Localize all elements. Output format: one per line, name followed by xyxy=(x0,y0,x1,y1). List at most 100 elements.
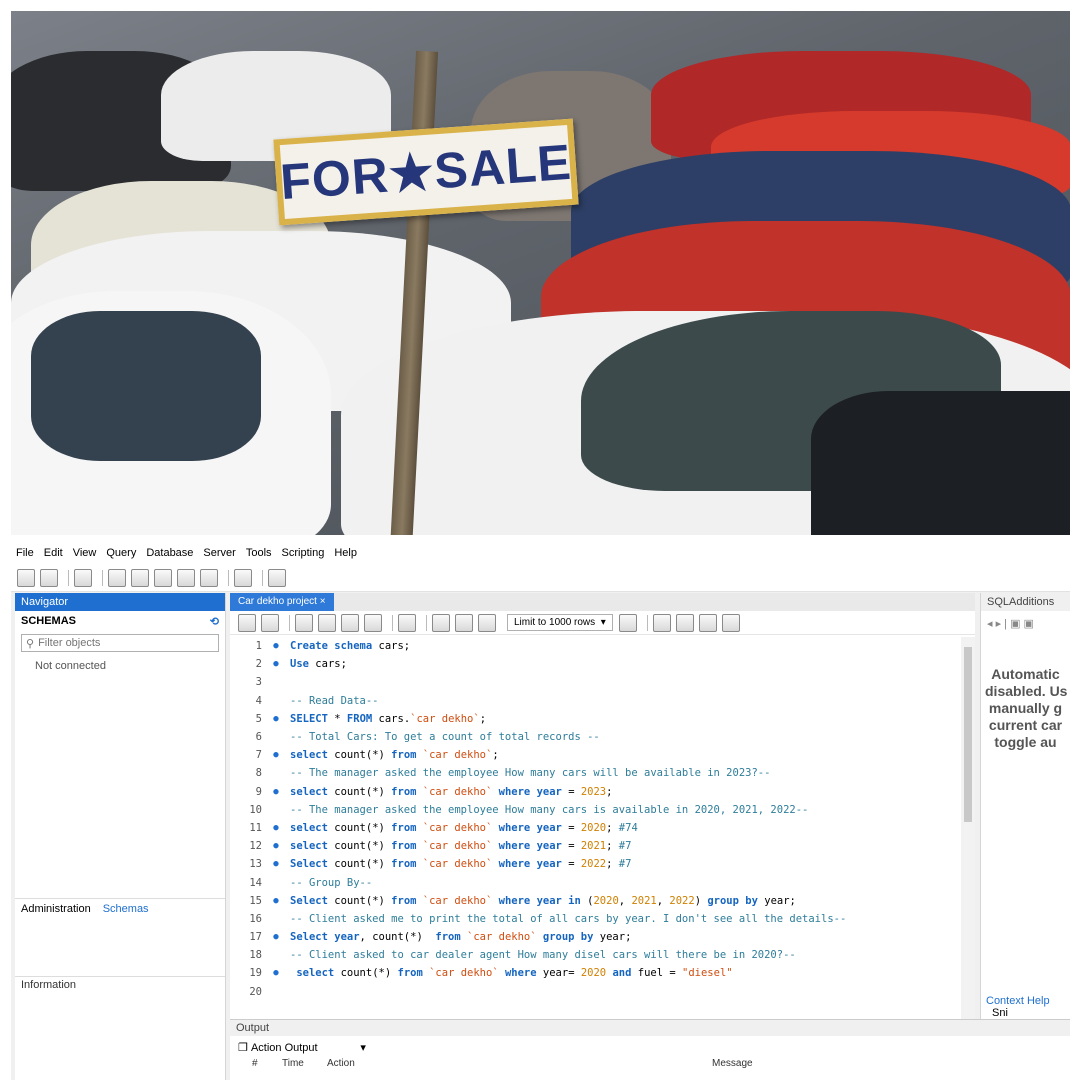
create-schema-icon[interactable] xyxy=(108,568,126,587)
code-text: select count(*) from `car dekho` where y… xyxy=(296,967,733,980)
statement-marker-icon: ● xyxy=(273,968,279,979)
code-text: Select count(*) from `car dekho` where y… xyxy=(290,858,632,871)
code-line[interactable]: 7 ● select count(*) from `car dekho`; xyxy=(230,746,965,764)
save-icon[interactable] xyxy=(261,613,279,632)
tab-schemas[interactable]: Schemas xyxy=(98,903,153,915)
tab-car-dekho-project[interactable]: Car dekho project × xyxy=(230,593,334,611)
code-editor[interactable]: 1 ● Create schema cars; 2 ● Use cars; 3 4 -- Rea… xyxy=(230,637,965,1032)
code-line[interactable]: 11 ● select count(*) from `car dekho` wher… xyxy=(230,819,965,837)
statement-marker-icon: ● xyxy=(273,641,279,652)
code-line[interactable]: 5 ● SELECT * FROM cars.`car dekho`; xyxy=(230,710,965,728)
code-line[interactable]: 13 ● Select count(*) from `car dekho` wher… xyxy=(230,855,965,873)
open-sql-script-icon[interactable] xyxy=(40,568,58,587)
create-view-icon[interactable] xyxy=(154,568,172,587)
editor-toolbar: Limit to 1000 rows ▾ xyxy=(230,611,975,635)
code-line[interactable]: 10 -- The manager asked the employee How … xyxy=(230,801,965,819)
create-procedure-icon[interactable] xyxy=(177,568,195,587)
car-lot-photo: FOR★SALE xyxy=(11,11,1070,535)
code-text: -- Client asked to car dealer agent How … xyxy=(290,949,796,962)
reconnect-icon[interactable] xyxy=(268,568,286,587)
menu-server[interactable]: Server xyxy=(203,547,235,559)
search-table-data-icon[interactable] xyxy=(234,568,252,587)
inspector-icon[interactable] xyxy=(74,568,92,587)
code-text: -- The manager asked the employee How ma… xyxy=(290,803,809,816)
statement-marker-icon: ● xyxy=(273,932,279,943)
line-number: 10 xyxy=(249,803,262,816)
code-text: Select count(*) from `car dekho` where y… xyxy=(290,894,796,907)
commit-icon[interactable] xyxy=(432,613,450,632)
word-wrap-icon[interactable] xyxy=(721,613,740,632)
output-type-select[interactable]: Action Output ▾ xyxy=(251,1041,366,1054)
menu-help[interactable]: Help xyxy=(334,547,357,559)
menu-database[interactable]: Database xyxy=(146,547,193,559)
menu-tools[interactable]: Tools xyxy=(246,547,272,559)
menu-bar: File Edit View Query Database Server Too… xyxy=(11,542,1070,564)
code-text: Use cars; xyxy=(290,658,347,671)
autocommit-icon[interactable] xyxy=(478,613,496,632)
line-number: 6 xyxy=(255,731,262,744)
find-icon[interactable] xyxy=(675,613,694,632)
code-line[interactable]: 18 -- Client asked to car dealer agent Ho… xyxy=(230,946,965,964)
code-line[interactable]: 19 ● select count(*) from `car dekho` whe… xyxy=(230,964,965,982)
tab-context-help[interactable]: Context Help xyxy=(986,995,1050,1007)
code-line[interactable]: 20 xyxy=(230,983,965,1001)
open-file-icon[interactable] xyxy=(238,613,256,632)
code-line[interactable]: 17 ● Select year, count(*) from `car dekho… xyxy=(230,928,965,946)
filter-objects-input[interactable] xyxy=(38,637,218,649)
refresh-icon[interactable]: ⟲ xyxy=(210,615,219,628)
code-line[interactable]: 6 -- Total Cars: To get a count of total … xyxy=(230,728,965,746)
code-text: select count(*) from `car dekho` where y… xyxy=(290,821,638,834)
beautify-icon[interactable] xyxy=(652,613,671,632)
code-line[interactable]: 4 -- Read Data-- xyxy=(230,692,965,710)
menu-edit[interactable]: Edit xyxy=(44,547,63,559)
tab-snippets[interactable]: Sni xyxy=(992,1007,1008,1019)
code-line[interactable]: 9 ● select count(*) from `car dekho` where… xyxy=(230,783,965,801)
new-sql-tab-icon[interactable] xyxy=(17,568,35,587)
context-help-text: Automatic disabled. Us manually g curren… xyxy=(985,666,1068,750)
sql-additions-title: SQLAdditions xyxy=(981,593,1070,611)
tab-administration[interactable]: Administration xyxy=(21,903,91,915)
code-line[interactable]: 14 -- Group By-- xyxy=(230,873,965,891)
execute-icon[interactable] xyxy=(295,613,313,632)
menu-view[interactable]: View xyxy=(73,547,97,559)
line-number: 4 xyxy=(255,694,262,707)
execute-current-icon[interactable] xyxy=(318,613,336,632)
code-text: select count(*) from `car dekho` where y… xyxy=(290,840,632,853)
rollback-icon[interactable] xyxy=(455,613,473,632)
code-text: -- The manager asked the employee How ma… xyxy=(290,767,771,780)
code-line[interactable]: 3 xyxy=(230,673,965,691)
schemas-label: SCHEMAS xyxy=(21,615,77,627)
toggle-output-icon[interactable] xyxy=(398,613,416,632)
nav-arrows[interactable]: ◂ ▸ | ▣ ▣ xyxy=(981,611,1070,636)
code-line[interactable]: 8 -- The manager asked the employee How m… xyxy=(230,764,965,782)
code-line[interactable]: 1 ● Create schema cars; xyxy=(230,637,965,655)
code-line[interactable]: 12 ● select count(*) from `car dekho` wher… xyxy=(230,837,965,855)
create-table-icon[interactable] xyxy=(131,568,149,587)
statement-marker-icon: ● xyxy=(273,713,279,724)
code-line[interactable]: 16 -- Client asked me to print the total … xyxy=(230,910,965,928)
menu-file[interactable]: File xyxy=(16,547,34,559)
line-number: 12 xyxy=(249,840,262,853)
line-number: 9 xyxy=(255,785,262,798)
code-text: select count(*) from `car dekho`; xyxy=(290,749,499,762)
menu-scripting[interactable]: Scripting xyxy=(282,547,325,559)
close-tab-icon[interactable]: × xyxy=(320,596,326,607)
line-number: 2 xyxy=(255,658,262,671)
code-text: -- Read Data-- xyxy=(290,694,379,707)
vertical-scrollbar[interactable] xyxy=(961,637,975,1032)
create-function-icon[interactable] xyxy=(200,568,218,587)
stop-icon[interactable] xyxy=(364,613,382,632)
code-line[interactable]: 2 ● Use cars; xyxy=(230,655,965,673)
invisible-chars-icon[interactable] xyxy=(698,613,717,632)
line-number: 14 xyxy=(249,876,262,889)
statement-marker-icon: ● xyxy=(273,750,279,761)
limit-rows-select[interactable]: Limit to 1000 rows ▾ xyxy=(507,614,613,631)
add-snippet-icon[interactable] xyxy=(618,613,637,632)
menu-query[interactable]: Query xyxy=(106,547,136,559)
code-line[interactable]: 15 ● Select count(*) from `car dekho` wher… xyxy=(230,892,965,910)
line-number: 8 xyxy=(255,767,262,780)
explain-icon[interactable] xyxy=(341,613,359,632)
copy-icon[interactable]: ❐ xyxy=(238,1041,248,1054)
line-number: 18 xyxy=(249,949,262,962)
statement-marker-icon: ● xyxy=(273,659,279,670)
